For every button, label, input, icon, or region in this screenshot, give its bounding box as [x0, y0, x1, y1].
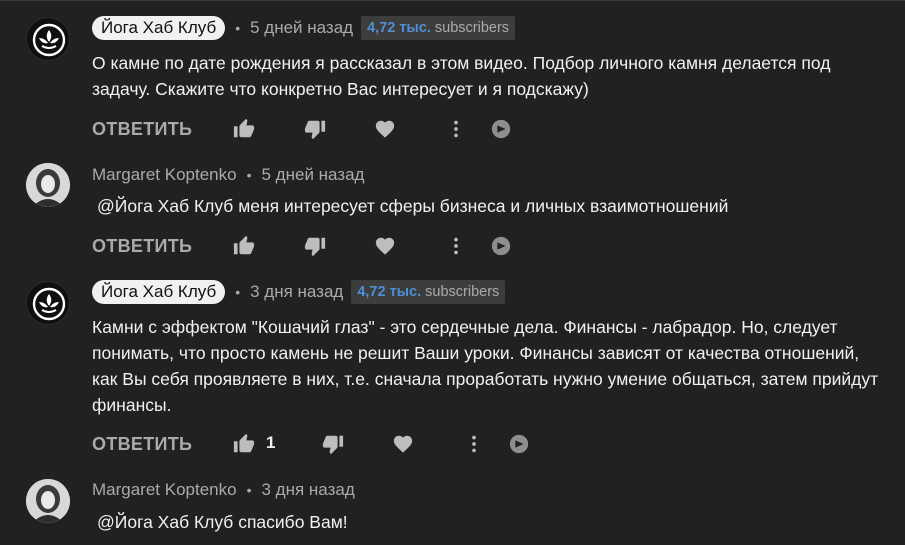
subscribers-count: 4,72 тыс. [367, 20, 431, 36]
comment-line: понимать, что просто камень не решит Ваш… [92, 343, 860, 363]
separator-dot: • [246, 482, 252, 498]
avatar[interactable] [26, 281, 70, 325]
comment-actions: ОТВЕТИТЬ [92, 114, 511, 144]
comment-header: Йога Хаб Клуб • 5 дней назад 4,72 тыс. su… [92, 14, 516, 42]
separator-dot: • [235, 20, 241, 36]
author-name[interactable]: Margaret Koptenko [92, 165, 237, 185]
more-vert-icon[interactable] [462, 433, 486, 455]
comment-line: как Вы себя проявляете в них, т.е. снача… [92, 369, 879, 389]
comment-time[interactable]: 5 дней назад [250, 18, 353, 38]
thumbs-down-icon[interactable] [303, 235, 327, 257]
lotus-logo-icon [32, 23, 66, 57]
avatar[interactable] [26, 479, 70, 523]
more-vert-icon[interactable] [444, 118, 468, 140]
separator-dot: • [235, 284, 241, 300]
comment-time[interactable]: 5 дней назад [262, 165, 365, 185]
comment-actions: ОТВЕТИТЬ 1 [92, 429, 529, 459]
comment-actions: ОТВЕТИТЬ [92, 231, 511, 261]
reply-button[interactable]: ОТВЕТИТЬ [92, 119, 192, 140]
like-count: 1 [266, 433, 276, 452]
user-photo-icon [26, 479, 70, 523]
subscribers-badge: 4,72 тыс. subscribers [361, 16, 516, 40]
top-divider [0, 0, 905, 1]
extension-badge-icon[interactable] [489, 118, 513, 140]
avatar[interactable] [26, 17, 70, 61]
comment-text: @Йога Хаб Клуб меня интересует сферы биз… [97, 193, 728, 219]
subscribers-badge: 4,72 тыс. subscribers [351, 280, 506, 304]
extension-badge-icon[interactable] [507, 433, 531, 455]
subscribers-count: 4,72 тыс. [357, 284, 422, 300]
comment-text: О камне по дате рождения я рассказал в э… [92, 50, 830, 102]
heart-icon[interactable] [391, 433, 415, 455]
separator-dot: • [246, 167, 252, 183]
reply-button[interactable]: ОТВЕТИТЬ [92, 236, 192, 257]
comment-line: @Йога Хаб Клуб меня интересует сферы биз… [97, 196, 729, 216]
thumbs-up-icon[interactable] [232, 433, 256, 455]
extension-badge-icon[interactable] [489, 235, 513, 257]
comment-line: Камни с эффектом "Кошачий глаз" - это се… [92, 317, 838, 337]
heart-icon[interactable] [373, 118, 397, 140]
comment-header: Margaret Koptenko • 3 дня назад [92, 476, 355, 504]
subscribers-label: subscribers [434, 20, 510, 36]
author-name[interactable]: Йога Хаб Клуб [92, 280, 226, 304]
subscribers-label: subscribers [425, 284, 500, 300]
comment-text: @Йога Хаб Клуб спасибо Вам! [97, 509, 348, 535]
reply-button[interactable]: ОТВЕТИТЬ [92, 434, 192, 455]
more-vert-icon[interactable] [444, 235, 468, 257]
thumbs-down-icon[interactable] [303, 118, 327, 140]
comment-header: Йога Хаб Клуб • 3 дня назад 4,72 тыс. sub… [92, 278, 506, 306]
author-name[interactable]: Margaret Koptenko [92, 480, 237, 500]
comment-line: финансы. [92, 395, 172, 415]
thumbs-up-icon[interactable] [232, 235, 256, 257]
comment-line: О камне по дате рождения я рассказал в э… [92, 53, 831, 73]
thumbs-down-icon[interactable] [321, 433, 345, 455]
comment-time[interactable]: 3 дня назад [250, 282, 343, 302]
thumbs-up-icon[interactable] [232, 118, 256, 140]
user-photo-icon [26, 163, 70, 207]
comment-time[interactable]: 3 дня назад [262, 480, 355, 500]
comment-header: Margaret Koptenko • 5 дней назад [92, 161, 364, 189]
heart-icon[interactable] [373, 235, 397, 257]
comment-line: @Йога Хаб Клуб спасибо Вам! [97, 512, 348, 532]
author-name[interactable]: Йога Хаб Клуб [92, 16, 226, 40]
comment-line: задачу. Скажите что конкретно Вас интере… [92, 79, 589, 99]
lotus-logo-icon [32, 287, 66, 321]
comment-text: Камни с эффектом "Кошачий глаз" - это се… [92, 314, 878, 418]
avatar[interactable] [26, 163, 70, 207]
